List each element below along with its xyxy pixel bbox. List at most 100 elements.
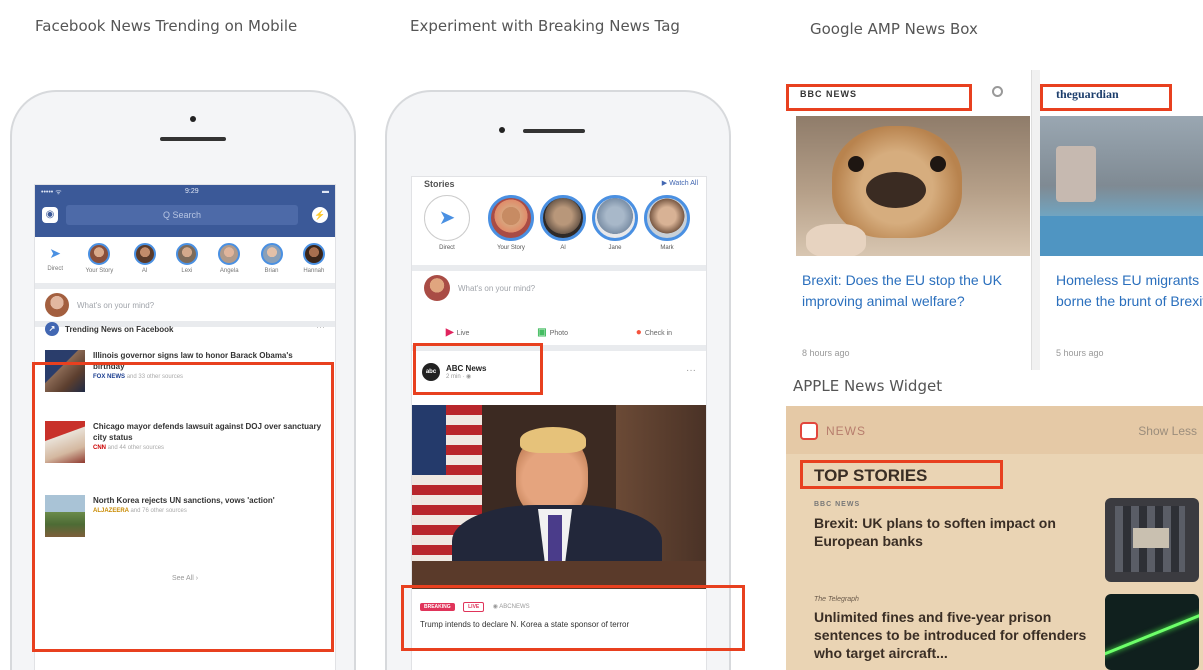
story-your-story[interactable]: Your Story <box>488 195 534 251</box>
status-composer[interactable]: What's on your mind? <box>35 283 335 327</box>
person-hair <box>520 427 586 453</box>
puppy-eye-left <box>848 156 864 172</box>
amp-card-bbc[interactable]: BBC NEWS Brexit: Does the EU stop the UK… <box>786 70 1032 370</box>
guardian-logo: theguardian <box>1056 87 1119 101</box>
google-amp-news-box: BBC NEWS Brexit: Does the EU stop the UK… <box>786 70 1203 370</box>
news-source: CNN <box>93 445 106 451</box>
photo-label: Photo <box>549 330 568 337</box>
photo-button[interactable]: ▣ Photo <box>537 327 568 338</box>
caption-apple-news: APPLE News Widget <box>793 377 943 395</box>
speaker-grille <box>523 129 585 133</box>
abc-news-logo: abc <box>422 363 440 381</box>
laser-beam-image <box>1105 605 1199 658</box>
live-button[interactable]: ▶ Live <box>446 327 470 338</box>
caption-google-amp: Google AMP News Box <box>810 20 978 38</box>
story-label: Jane <box>608 245 622 251</box>
post-author[interactable]: abc ABC News 2 min · ◉ <box>422 363 486 381</box>
story-label: Brian <box>264 268 279 274</box>
story-source: The Telegraph <box>814 596 859 603</box>
story-thumbnail[interactable] <box>1105 594 1199 670</box>
story-headline[interactable]: Unlimited fines and five-year prison sen… <box>814 608 1114 662</box>
news-more-sources: and 44 other sources <box>107 445 165 451</box>
direct-arrow-icon: ➤ <box>424 195 470 241</box>
amp-card-guardian[interactable]: theguardian Homeless EU migrants have al… <box>1040 70 1203 370</box>
stories-title: Stories <box>424 179 455 189</box>
story-thumbnail[interactable] <box>1105 498 1199 582</box>
check-in-button[interactable]: ● Check in <box>636 327 672 338</box>
more-options-icon[interactable]: ··· <box>316 322 325 332</box>
section-divider <box>412 345 706 351</box>
live-tag: LIVE <box>463 602 485 612</box>
location-pin-icon: ● <box>635 327 642 338</box>
amp-info-icon[interactable] <box>992 86 1003 97</box>
composer-placeholder: What's on your mind? <box>458 283 536 293</box>
check-in-label: Check in <box>644 330 673 337</box>
story-label: Al <box>560 245 566 251</box>
see-all-link[interactable]: See All › <box>35 575 335 582</box>
story-your-story[interactable]: Your Story <box>85 243 113 274</box>
avatar <box>260 243 283 265</box>
news-headline: North Korea rejects UN sanctions, vows '… <box>93 496 275 505</box>
list-item[interactable]: Chicago mayor defends lawsuit against DO… <box>45 421 325 463</box>
composer-placeholder: What's on your mind? <box>77 300 155 310</box>
story-brian[interactable]: Brian <box>260 243 283 274</box>
story-jane[interactable]: Jane <box>592 195 638 251</box>
apple-news-icon <box>800 422 818 440</box>
story-mark[interactable]: Mark <box>644 195 690 251</box>
status-time: 9:29 <box>184 188 199 195</box>
phone-frame-facebook-trending: ••••• ᯤ 9:29 ▬ ◉ Q Search ⚡ ➤ Direct You… <box>10 90 356 670</box>
breaking-news-bar[interactable]: BREAKING LIVE ◉ ABCNEWS Trump intends to… <box>412 589 706 670</box>
bbc-news-logo: BBC NEWS <box>800 89 857 99</box>
apple-news-widget: NEWS Show Less TOP STORIES BBC NEWS Brex… <box>786 406 1203 670</box>
avatar <box>592 195 638 241</box>
flag-canton <box>412 405 446 475</box>
story-label: Direct <box>47 266 63 272</box>
avatar <box>302 243 325 265</box>
news-more-sources: and 76 other sources <box>130 508 187 514</box>
story-source: BBC NEWS <box>814 501 861 508</box>
amp-photo-migrants <box>1040 116 1203 256</box>
trending-header[interactable]: ↗ Trending News on Facebook <box>45 322 173 336</box>
news-source: ALJAZEERA <box>93 508 129 514</box>
status-composer[interactable]: What's on your mind? <box>412 265 706 305</box>
story-al[interactable]: Al <box>540 195 586 251</box>
status-bar: ••••• ᯤ 9:29 ▬ <box>41 188 329 197</box>
story-label: Lexi <box>181 268 193 274</box>
avatar <box>424 275 450 301</box>
phone-screen: ••••• ᯤ 9:29 ▬ ◉ Q Search ⚡ ➤ Direct You… <box>34 184 336 670</box>
amp-card-header: theguardian <box>1040 82 1203 112</box>
news-thumbnail <box>45 495 85 537</box>
story-direct[interactable]: ➤ Direct <box>424 195 470 251</box>
messenger-icon[interactable]: ⚡ <box>312 207 328 223</box>
avatar <box>88 243 111 265</box>
facebook-top-bar: ••••• ᯤ 9:29 ▬ ◉ Q Search ⚡ <box>35 185 335 237</box>
watch-all-link[interactable]: ▶ Watch All <box>662 179 698 187</box>
amp-timestamp: 5 hours ago <box>1056 348 1104 358</box>
story-lexi[interactable]: Lexi <box>175 243 198 274</box>
list-item[interactable]: North Korea rejects UN sanctions, vows '… <box>45 495 325 537</box>
amp-timestamp: 8 hours ago <box>802 348 850 358</box>
camera-dot <box>499 127 505 133</box>
show-less-button[interactable]: Show Less <box>1138 424 1197 438</box>
search-input[interactable]: Q Search <box>66 205 298 225</box>
avatar <box>175 243 198 265</box>
story-al[interactable]: Al <box>133 243 156 274</box>
story-label: Mark <box>660 245 674 251</box>
amp-headline[interactable]: Brexit: Does the EU stop the UK improvin… <box>802 270 1002 312</box>
signal-indicator: ••••• ᯤ <box>41 189 62 196</box>
section-title: TOP STORIES <box>814 466 928 485</box>
news-photo[interactable] <box>412 405 706 589</box>
avatar <box>644 195 690 241</box>
post-more-icon[interactable]: ··· <box>686 365 696 376</box>
story-headline[interactable]: Brexit: UK plans to soften impact on Eur… <box>814 514 1104 550</box>
avatar <box>218 243 241 265</box>
camera-icon[interactable]: ◉ <box>42 207 58 223</box>
live-video-icon: ▶ <box>445 327 454 338</box>
list-item[interactable]: Illinois governor signs law to honor Bar… <box>45 350 325 392</box>
story-label: Hannah <box>303 268 325 274</box>
story-direct[interactable]: ➤ Direct <box>45 243 66 274</box>
story-angela[interactable]: Angela <box>218 243 241 274</box>
composer-actions: ▶ Live ▣ Photo ● Check in <box>412 327 706 338</box>
amp-headline[interactable]: Homeless EU migrants have already borne … <box>1056 270 1203 312</box>
story-hannah[interactable]: Hannah <box>302 243 325 274</box>
